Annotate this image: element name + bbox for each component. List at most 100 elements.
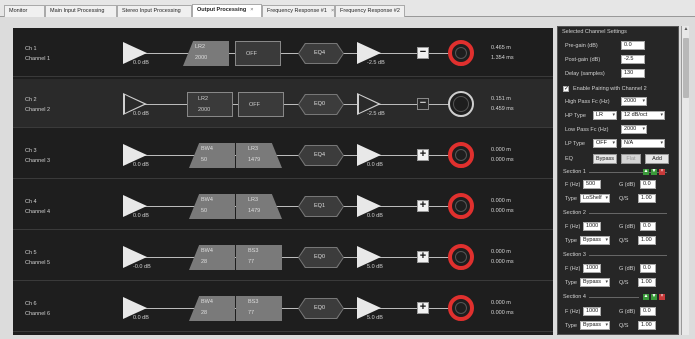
eq-type-select[interactable]: LoShelf ▾ — [580, 194, 610, 203]
tab-stereo-input-processing[interactable]: Stereo Input Processing — [117, 5, 192, 17]
section-delete-icon[interactable]: × — [659, 169, 665, 175]
band-stop-filter-block[interactable]: BS3 77 — [236, 245, 282, 270]
tab-frequency-response-2[interactable]: Frequency Response #2 — [335, 5, 405, 17]
eq-label: EQ4 — [314, 50, 326, 56]
eq-freq-input[interactable]: 1000 — [583, 264, 601, 273]
high-pass-filter-block[interactable]: BW4 28 — [189, 296, 235, 321]
eq-bypass-button[interactable]: Bypass — [593, 154, 617, 164]
high-pass-filter-block[interactable]: BW4 50 — [189, 143, 235, 168]
eq-block[interactable]: EQ4 — [298, 43, 344, 64]
eq-q-label: Q/S — [619, 323, 629, 329]
eq-type-value: Bypass — [583, 279, 602, 285]
delay-ring-icon[interactable] — [448, 40, 474, 66]
section-delete-icon[interactable]: × — [659, 294, 665, 300]
eq-freq-input[interactable]: 1000 — [583, 222, 601, 231]
low-pass-filter-block[interactable]: LR3 1479 — [236, 194, 282, 219]
lp-fc-select[interactable]: 2000 ▾ — [621, 125, 647, 134]
polarity-button[interactable]: + — [417, 149, 429, 161]
hp-type-select[interactable]: LR ▾ — [593, 111, 617, 120]
lp-slope-select[interactable]: N/A ▾ — [621, 139, 665, 148]
scroll-up-icon[interactable]: ▲ — [682, 26, 690, 34]
hp-freq: 50 — [201, 208, 208, 214]
close-icon[interactable]: × — [331, 8, 334, 14]
channel-row-3[interactable]: Ch 3 Channel 3 0.0 dB BW4 50 LR3 1479 EQ4 0… — [13, 130, 553, 179]
polarity-button[interactable]: + — [417, 200, 429, 212]
section-up-icon[interactable]: ▲ — [643, 294, 649, 300]
section-up-icon[interactable]: ▲ — [643, 169, 649, 175]
chevron-down-icon: ▾ — [612, 140, 615, 146]
delay-ring-icon[interactable] — [448, 193, 474, 219]
delay-ring-icon[interactable] — [448, 244, 474, 270]
eq-add-button[interactable]: Add — [645, 154, 669, 164]
eq-q-input[interactable]: 1.00 — [638, 278, 656, 287]
channel-row-2[interactable]: Ch 2 Channel 2 0.0 dB LR2 2000 OFF EQ0 -2.… — [13, 79, 553, 128]
lp-freq: 77 — [248, 259, 255, 265]
eq-gain-input[interactable]: 0.0 — [640, 222, 656, 231]
low-pass-filter-block[interactable]: LR3 1479 — [236, 143, 282, 168]
low-pass-filter-block[interactable]: OFF — [235, 41, 281, 66]
channel-number: Ch 2 — [25, 97, 37, 103]
eq-freq-input[interactable]: 500 — [583, 180, 601, 189]
eq-block[interactable]: EQ0 — [298, 94, 344, 115]
polarity-button[interactable]: + — [417, 251, 429, 263]
eq-gain-input[interactable]: 0.0 — [640, 180, 656, 189]
polarity-button[interactable]: − — [417, 98, 429, 110]
channel-row-4[interactable]: Ch 4 Channel 4 0.0 dB BW4 50 LR3 1479 EQ1 0… — [13, 181, 553, 230]
eq-freq-input[interactable]: 1000 — [583, 307, 601, 316]
tab-output-processing[interactable]: Output Processing × — [192, 4, 262, 17]
delay-samples-input[interactable]: 130 — [621, 69, 645, 78]
section-down-icon[interactable]: ▼ — [651, 169, 657, 175]
eq-q-input[interactable]: 1.00 — [638, 194, 656, 203]
channel-row-1[interactable]: Ch 1 Channel 1 0.0 dB LR2 2000 OFF EQ4 -2.… — [13, 28, 553, 77]
hp-fc-select[interactable]: 2000 ▾ — [621, 97, 647, 106]
eq-flat-button[interactable]: Flat — [621, 154, 641, 164]
eq-type-select[interactable]: Bypass ▾ — [580, 278, 610, 287]
tab-frequency-response-1[interactable]: Frequency Response #1 × — [262, 5, 335, 17]
eq-q-label: Q/S — [619, 238, 629, 244]
signal-line — [123, 206, 458, 207]
eq-q-input[interactable]: 1.00 — [638, 236, 656, 245]
channel-row-5[interactable]: Ch 5 Channel 5 -0.0 dB BW4 28 BS3 77 EQ0 5.… — [13, 232, 553, 281]
eq-q-input[interactable]: 1.00 — [638, 321, 656, 330]
high-pass-filter-block[interactable]: LR2 2000 — [187, 92, 233, 117]
lp-type-select[interactable]: OFF ▾ — [593, 139, 617, 148]
post-gain-input[interactable]: -2.5 — [621, 55, 645, 64]
hp-slope-select[interactable]: 12 dB/oct ▾ — [621, 111, 665, 120]
low-pass-filter-block[interactable]: OFF — [238, 92, 284, 117]
close-icon[interactable]: × — [250, 7, 253, 13]
lp-type: LR3 — [248, 197, 259, 203]
eq-section-label: Section 1 — [563, 169, 586, 175]
delay-ring-icon[interactable] — [448, 91, 474, 117]
pairing-checkbox[interactable]: ✓ — [563, 86, 569, 92]
eq-block[interactable]: EQ1 — [298, 196, 344, 217]
band-stop-filter-block[interactable]: BS3 77 — [236, 296, 282, 321]
eq-block[interactable]: EQ4 — [298, 145, 344, 166]
eq-gain-input[interactable]: 0.0 — [640, 307, 656, 316]
tab-main-input-processing[interactable]: Main Input Processing — [45, 5, 117, 17]
chevron-down-icon: ▾ — [642, 126, 645, 132]
hp-type: BW4 — [201, 299, 213, 305]
eq-type-select[interactable]: Bypass ▾ — [580, 321, 610, 330]
high-pass-filter-block[interactable]: BW4 50 — [189, 194, 235, 219]
eq-block[interactable]: EQ0 — [298, 298, 344, 319]
eq-type-label: Type — [565, 280, 577, 286]
eq-type-select[interactable]: Bypass ▾ — [580, 236, 610, 245]
chevron-down-icon: ▾ — [605, 195, 608, 201]
polarity-button[interactable]: + — [417, 302, 429, 314]
polarity-button[interactable]: − — [417, 47, 429, 59]
eq-block[interactable]: EQ0 — [298, 247, 344, 268]
section-down-icon[interactable]: ▼ — [651, 294, 657, 300]
eq-gain-input[interactable]: 0.0 — [640, 264, 656, 273]
channel-number: Ch 4 — [25, 199, 37, 205]
pre-gain-input[interactable]: 0.0 — [621, 41, 645, 50]
high-pass-filter-block[interactable]: LR2 2000 — [183, 41, 229, 66]
channel-row-6[interactable]: Ch 6 Channel 6 0.0 dB BW4 28 BS3 77 EQ0 5.0… — [13, 283, 553, 332]
scrollbar-thumb[interactable] — [683, 38, 689, 98]
high-pass-filter-block[interactable]: BW4 28 — [189, 245, 235, 270]
delay-ring-icon[interactable] — [448, 295, 474, 321]
delay-ring-icon[interactable] — [448, 142, 474, 168]
tab-monitor[interactable]: Monitor — [4, 5, 45, 17]
panel-scrollbar[interactable]: ▲ — [681, 26, 689, 335]
hp-type: LR2 — [195, 44, 206, 50]
channel-number: Ch 5 — [25, 250, 37, 256]
